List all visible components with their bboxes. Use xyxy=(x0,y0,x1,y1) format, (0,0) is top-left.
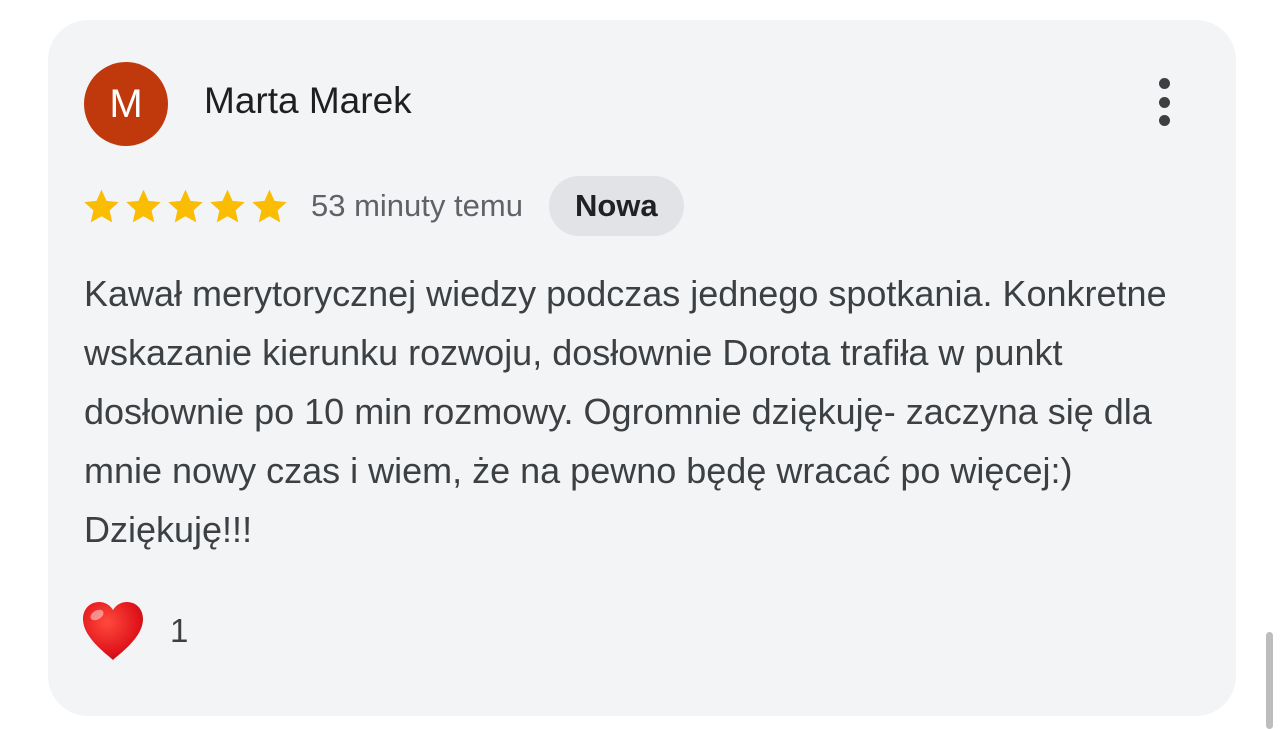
scrollbar[interactable] xyxy=(1266,632,1273,729)
star-icon xyxy=(252,189,287,222)
review-text: Kawał merytorycznej wiedzy podczas jedne… xyxy=(84,273,1167,550)
star-icon xyxy=(84,189,119,222)
review-card: M Marta Marek 53 minuty temu Nowa Kawał … xyxy=(48,20,1236,716)
star-rating xyxy=(82,187,289,226)
author-name[interactable]: Marta Marek xyxy=(204,80,412,122)
reaction-button[interactable]: 1 xyxy=(80,600,188,662)
more-vertical-icon xyxy=(1158,115,1170,126)
heart-icon xyxy=(83,602,143,660)
review-time: 53 minuty temu xyxy=(311,188,523,223)
avatar[interactable]: M xyxy=(84,62,168,146)
more-vertical-icon xyxy=(1158,96,1170,108)
new-badge: Nowa xyxy=(548,176,684,236)
star-icon xyxy=(210,189,245,222)
star-icon xyxy=(168,189,203,222)
star-icon xyxy=(126,189,161,222)
avatar-initial: M xyxy=(109,81,143,126)
rating-row: 53 minuty temu Nowa xyxy=(82,175,684,237)
reaction-count: 1 xyxy=(170,612,189,649)
more-options-button[interactable] xyxy=(1146,72,1182,132)
more-vertical-icon xyxy=(1158,78,1170,89)
